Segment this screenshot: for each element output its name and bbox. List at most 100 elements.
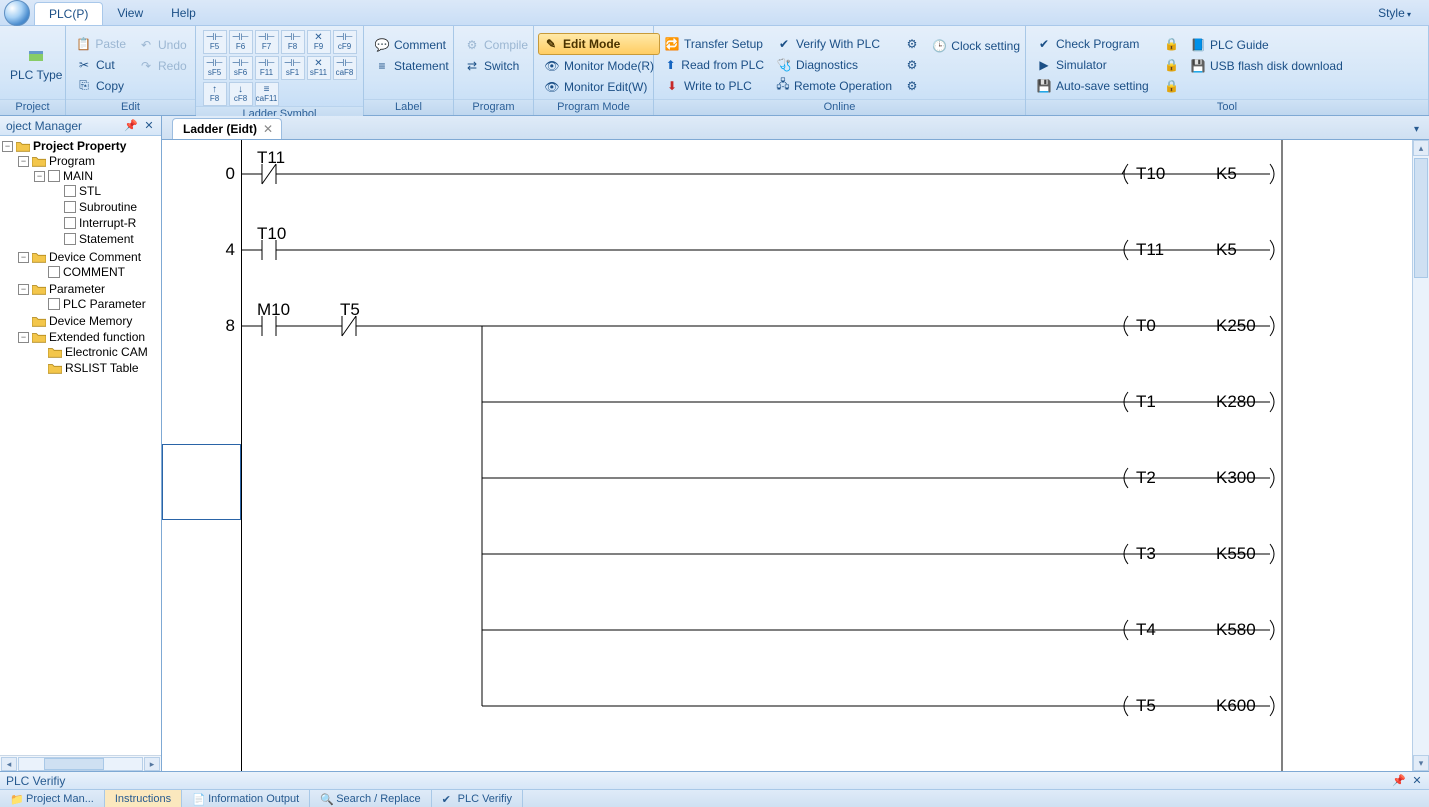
out-t5[interactable]: T5 <box>1136 696 1156 716</box>
tree-main[interactable]: MAIN <box>63 169 93 183</box>
ladder-sym-cf9[interactable]: ⊣⊢cF9 <box>333 30 357 54</box>
undo-button[interactable]: ↶Undo <box>132 35 193 55</box>
ladder-tab[interactable]: Ladder (Eidt) ✕ <box>172 118 282 139</box>
out-t11[interactable]: T11 <box>1136 240 1164 260</box>
tree-toggle[interactable]: − <box>18 332 29 343</box>
contact-t10[interactable]: T10 <box>257 224 286 244</box>
bottom-tab-instructions[interactable]: Instructions <box>105 790 182 807</box>
tree-parameter[interactable]: Parameter <box>49 282 105 296</box>
out-t10[interactable]: T10 <box>1136 164 1165 184</box>
contact-t5[interactable]: T5 <box>340 300 360 320</box>
menu-tab-plc[interactable]: PLC(P) <box>34 2 103 25</box>
out-t3[interactable]: T3 <box>1136 544 1156 564</box>
tree-statement[interactable]: Statement <box>79 232 134 246</box>
switch-button[interactable]: ⇄Switch <box>458 56 534 76</box>
vscroll-track[interactable] <box>1413 156 1429 755</box>
editor-vscrollbar[interactable]: ▴ ▾ <box>1412 140 1429 771</box>
ladder-sym-f8b[interactable]: ↑F8 <box>203 82 227 106</box>
vscroll-thumb[interactable] <box>1414 158 1428 278</box>
ladder-sym-f8[interactable]: ⊣⊢F8 <box>281 30 305 54</box>
tree-program[interactable]: Program <box>49 154 95 168</box>
paste-button[interactable]: 📋Paste <box>70 34 132 54</box>
bottom-tab-plc-verify[interactable]: ✔PLC Verifiy <box>432 790 523 807</box>
monitor-mode-r-button[interactable]: 👁Monitor Mode(R) <box>538 56 660 76</box>
ladder-sym-caf11[interactable]: ≡caF11 <box>255 82 279 106</box>
pin-icon[interactable]: 📌 <box>125 120 137 132</box>
tree-subroutine[interactable]: Subroutine <box>79 200 137 214</box>
tab-dropdown[interactable]: ▾ <box>1404 120 1429 139</box>
usb-download-button[interactable]: 💾USB flash disk download <box>1184 56 1364 76</box>
scroll-right-button[interactable]: ▸ <box>144 757 160 771</box>
lock-button-1[interactable]: 🔒 <box>1158 34 1184 54</box>
tree-toggle[interactable]: − <box>18 156 29 167</box>
pin-icon[interactable]: 📌 <box>1393 775 1405 787</box>
tree-ecam[interactable]: Electronic CAM <box>65 345 148 359</box>
compile-button[interactable]: ⚙Compile <box>458 35 534 55</box>
out-t4[interactable]: T4 <box>1136 620 1156 640</box>
scroll-left-button[interactable]: ◂ <box>1 757 17 771</box>
tree-hscrollbar[interactable]: ◂ ▸ <box>0 755 161 771</box>
plc-type-button[interactable]: PLC Type <box>4 30 68 99</box>
ladder-sym-f9[interactable]: ✕F9 <box>307 30 331 54</box>
app-orb[interactable] <box>0 0 34 26</box>
out-t1[interactable]: T1 <box>1136 392 1156 412</box>
ladder-sym-sf1[interactable]: ⊣⊢sF1 <box>281 56 305 80</box>
ladder-sym-f6[interactable]: ⊣⊢F6 <box>229 30 253 54</box>
check-program-button[interactable]: ✔Check Program <box>1030 34 1158 54</box>
menu-tab-help[interactable]: Help <box>157 0 210 25</box>
ladder-sym-sf11[interactable]: ✕sF11 <box>307 56 331 80</box>
simulator-button[interactable]: ▶Simulator <box>1030 55 1158 75</box>
lock-button-2[interactable]: 🔒 <box>1158 55 1184 75</box>
tree-device-comment[interactable]: Device Comment <box>49 250 141 264</box>
verify-with-plc-button[interactable]: ✔Verify With PLC <box>770 34 898 54</box>
monitor-edit-w-button[interactable]: 👁Monitor Edit(W) <box>538 77 660 97</box>
ladder-sym-f5[interactable]: ⊣⊢F5 <box>203 30 227 54</box>
transfer-setup-button[interactable]: 🔁Transfer Setup <box>658 34 770 54</box>
tree-toggle[interactable]: − <box>18 284 29 295</box>
close-icon[interactable]: ✕ <box>1411 775 1423 787</box>
bottom-tab-project-manager[interactable]: 📁Project Man... <box>0 790 105 807</box>
auto-save-button[interactable]: 💾Auto-save setting <box>1030 76 1158 96</box>
tree-rslist[interactable]: RSLIST Table <box>65 361 139 375</box>
bottom-tab-info-output[interactable]: 📄Information Output <box>182 790 310 807</box>
menu-tab-view[interactable]: View <box>103 0 157 25</box>
plc-guide-button[interactable]: 📘PLC Guide <box>1184 35 1364 55</box>
ladder-sym-f11[interactable]: ⊣⊢F11 <box>255 56 279 80</box>
tree-comment[interactable]: COMMENT <box>63 265 125 279</box>
ladder-canvas[interactable]: T11 T10 M10 T5 T10K5 T11K5 T0K250 T1K280… <box>242 140 1412 771</box>
tree-toggle[interactable]: − <box>34 171 45 182</box>
online-tool-3[interactable]: ⚙ <box>898 76 926 96</box>
copy-button[interactable]: ⎘Copy <box>70 76 132 96</box>
write-to-plc-button[interactable]: ⬇Write to PLC <box>658 76 770 96</box>
contact-t11[interactable]: T11 <box>257 148 285 168</box>
bottom-tab-search-replace[interactable]: 🔍Search / Replace <box>310 790 431 807</box>
scroll-up-button[interactable]: ▴ <box>1413 140 1429 156</box>
contact-m10[interactable]: M10 <box>257 300 290 320</box>
comment-button[interactable]: 💬Comment <box>368 35 455 55</box>
ladder-sym-sf5[interactable]: ⊣⊢sF5 <box>203 56 227 80</box>
tree-interrupt[interactable]: Interrupt-R <box>79 216 136 230</box>
out-t2[interactable]: T2 <box>1136 468 1156 488</box>
tree-extended[interactable]: Extended function <box>49 330 145 344</box>
tree-stl[interactable]: STL <box>79 184 101 198</box>
lock-button-3[interactable]: 🔒 <box>1158 76 1184 96</box>
diagnostics-button[interactable]: 🩺Diagnostics <box>770 55 898 75</box>
redo-button[interactable]: ↷Redo <box>132 56 193 76</box>
scroll-track[interactable] <box>18 757 143 771</box>
ladder-sym-sf6[interactable]: ⊣⊢sF6 <box>229 56 253 80</box>
tree-root[interactable]: Project Property <box>33 139 126 153</box>
tree-device-memory[interactable]: Device Memory <box>49 314 132 328</box>
style-dropdown[interactable]: Style <box>1364 0 1429 25</box>
project-tree[interactable]: −Project Property −Program −MAIN STL Sub… <box>0 136 161 755</box>
tree-toggle[interactable]: − <box>2 141 13 152</box>
online-tool-2[interactable]: ⚙ <box>898 55 926 75</box>
out-t0[interactable]: T0 <box>1136 316 1156 336</box>
scroll-thumb[interactable] <box>44 758 104 770</box>
edit-mode-button[interactable]: ✎Edit Mode <box>538 33 660 55</box>
read-from-plc-button[interactable]: ⬆Read from PLC <box>658 55 770 75</box>
ladder-sym-f7[interactable]: ⊣⊢F7 <box>255 30 279 54</box>
close-tab-icon[interactable]: ✕ <box>263 122 273 136</box>
online-tool-1[interactable]: ⚙ <box>898 34 926 54</box>
ladder-sym-cf8[interactable]: ↓cF8 <box>229 82 253 106</box>
ladder-sym-caf8[interactable]: ⊣⊢caF8 <box>333 56 357 80</box>
